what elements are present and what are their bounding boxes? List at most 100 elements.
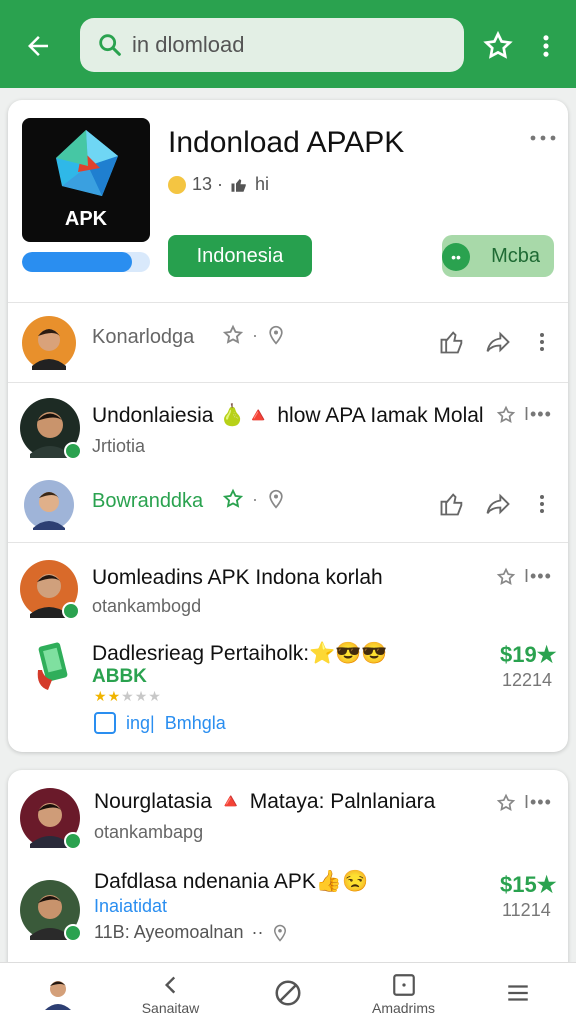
avatar[interactable] bbox=[24, 480, 74, 530]
overflow-menu-button[interactable] bbox=[532, 30, 560, 62]
more-horizontal-icon: I••• bbox=[524, 566, 552, 586]
row-name[interactable]: Bowranddka bbox=[92, 490, 203, 513]
like-button[interactable] bbox=[438, 490, 466, 518]
app-title: Indonload APAPK bbox=[168, 126, 405, 159]
verified-badge-icon bbox=[64, 442, 82, 460]
download-progress-fill bbox=[22, 252, 133, 272]
bottom-nav: Sanaitaw Amadrims bbox=[0, 962, 576, 1024]
row-name[interactable]: Uomleadins APK Indona korlah bbox=[92, 566, 383, 590]
nav-label: Sanaitaw bbox=[141, 1000, 200, 1016]
nav-item-2[interactable]: Sanaitaw bbox=[113, 963, 228, 1024]
divider bbox=[8, 542, 568, 543]
row-meta-text: 11B: Ayeomoalnan bbox=[94, 922, 244, 942]
star-empty-icon: ★ bbox=[134, 688, 149, 704]
product-tags: ing| Bmhgla bbox=[94, 712, 226, 734]
avatar[interactable] bbox=[20, 398, 82, 460]
location-pin-icon bbox=[269, 489, 283, 509]
search-input[interactable] bbox=[132, 32, 432, 58]
app-icon[interactable]: APK bbox=[22, 118, 150, 242]
divider bbox=[8, 382, 568, 383]
product-price: $15★ bbox=[500, 872, 557, 897]
product-thumbnail[interactable] bbox=[34, 640, 74, 692]
chat-button-label: Mcba bbox=[491, 244, 540, 267]
feed-card: Nourglatasia 🔺 Mataya: Palnlaniara otank… bbox=[8, 770, 568, 970]
share-arrow-icon bbox=[486, 493, 510, 515]
thumbs-up-outline-icon bbox=[440, 493, 463, 516]
tag-label[interactable]: Bmhgla bbox=[165, 713, 226, 734]
verified-badge-icon bbox=[64, 832, 82, 850]
separator-dot: · bbox=[252, 324, 258, 345]
app-detail-card: APK Indonload APAPK 13 · hi Indonesia ••… bbox=[8, 100, 568, 752]
hamburger-menu-icon bbox=[507, 985, 528, 1001]
app-icon-label: APK bbox=[64, 208, 108, 230]
star-filled-icon: ★ bbox=[107, 688, 122, 704]
search-bar[interactable] bbox=[80, 18, 464, 72]
profile-avatar-icon bbox=[44, 981, 71, 1010]
separator-dot: · bbox=[252, 488, 258, 509]
row-name[interactable]: Konarlodga bbox=[92, 326, 194, 349]
app-meta: 13 · hi bbox=[168, 174, 269, 195]
star-outline-icon bbox=[496, 793, 516, 811]
chat-button[interactable]: •• Mcba bbox=[442, 235, 554, 277]
download-progress-bar bbox=[22, 252, 150, 272]
gem-logo-icon bbox=[56, 130, 118, 196]
favorite-button[interactable] bbox=[482, 30, 514, 62]
star-outline-icon bbox=[496, 405, 516, 423]
row-name[interactable]: Dafdlasa ndenania APK👍😒 bbox=[94, 870, 368, 894]
search-icon bbox=[99, 34, 121, 56]
share-button[interactable] bbox=[484, 328, 512, 356]
thumbs-up-outline-icon bbox=[440, 331, 463, 354]
like-button[interactable] bbox=[438, 328, 466, 356]
row-meta-icons: · bbox=[222, 324, 286, 346]
location-pin-icon bbox=[269, 325, 283, 345]
nav-item-4[interactable]: Amadrims bbox=[346, 963, 461, 1024]
more-horizontal-icon: I••• bbox=[524, 792, 552, 812]
more-vertical-icon bbox=[540, 333, 544, 351]
star-filled-icon: ★ bbox=[94, 688, 108, 704]
install-button[interactable]: Indonesia bbox=[168, 235, 312, 277]
nav-profile[interactable] bbox=[0, 963, 115, 1024]
chart-box-icon bbox=[94, 712, 116, 734]
star-empty-icon: ★ bbox=[148, 688, 162, 704]
back-button[interactable] bbox=[18, 26, 58, 66]
row-meta-icons: · bbox=[222, 488, 286, 510]
row-name[interactable]: Nourglatasia 🔺 Mataya: Palnlaniara bbox=[94, 790, 435, 814]
row-actions[interactable]: I••• bbox=[496, 404, 552, 425]
square-box-icon bbox=[392, 974, 415, 996]
avatar[interactable] bbox=[20, 560, 80, 620]
nav-menu[interactable] bbox=[460, 963, 575, 1024]
separator-dot: ·· bbox=[251, 922, 264, 942]
avatar[interactable] bbox=[20, 880, 82, 942]
verified-badge-icon bbox=[62, 602, 80, 620]
avatar[interactable] bbox=[20, 788, 82, 850]
product-count: 11214 bbox=[502, 900, 551, 920]
avatar[interactable] bbox=[22, 316, 76, 370]
app-meta-text: 13 · bbox=[192, 174, 224, 194]
row-actions[interactable]: I••• bbox=[496, 566, 552, 587]
verified-badge-icon bbox=[64, 924, 82, 942]
row-name[interactable]: Undonlaiesia 🍐🔺 hlow APA Iamak Molal bbox=[92, 404, 484, 428]
product-count: 12214 bbox=[502, 670, 553, 690]
location-pin-icon bbox=[274, 924, 287, 942]
share-button[interactable] bbox=[484, 490, 512, 518]
row-more-button[interactable] bbox=[532, 490, 552, 518]
nav-item-3[interactable] bbox=[230, 963, 345, 1024]
arrow-left-icon bbox=[28, 36, 48, 56]
product-title[interactable]: Dadlesrieag Pertaiholk:⭐😎😎 bbox=[92, 642, 388, 666]
emoji-face-icon bbox=[168, 175, 186, 194]
more-horizontal-icon bbox=[530, 135, 556, 141]
thumbs-up-icon bbox=[231, 178, 246, 192]
row-actions[interactable]: I••• bbox=[496, 792, 552, 813]
row-sub: Jrtiotia bbox=[92, 436, 146, 456]
row-more-button[interactable] bbox=[532, 328, 552, 356]
app-more-button[interactable] bbox=[528, 128, 558, 148]
star-outline-icon bbox=[496, 567, 516, 585]
divider bbox=[8, 302, 568, 303]
row-meta: 11B: Ayeomoalnan ·· bbox=[94, 922, 289, 943]
row-sub: Inaiatidat bbox=[94, 896, 168, 916]
chat-bubble-icon: •• bbox=[442, 243, 470, 271]
tag-label[interactable]: ing| bbox=[126, 713, 155, 734]
row-sub: otankambapg bbox=[94, 822, 204, 842]
more-vertical-icon bbox=[543, 35, 549, 57]
more-horizontal-icon: I••• bbox=[524, 404, 552, 424]
